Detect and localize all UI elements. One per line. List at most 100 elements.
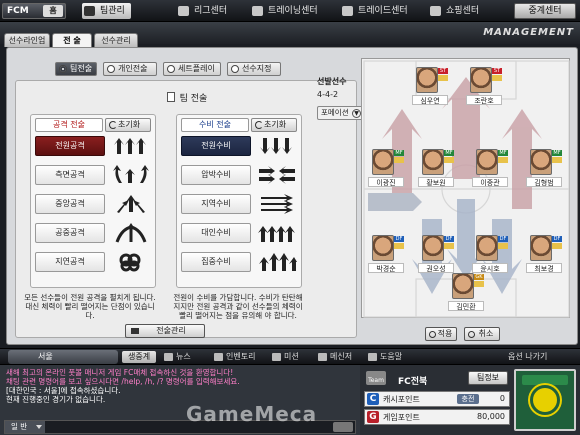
formation-pitch: ST 심우연 ST 조란호 MF 이광진 MF 황보원 MF 이중관 MF 김형범 DF 박경… (361, 58, 570, 318)
tab-lineup[interactable]: 선수라인업 (4, 33, 50, 47)
rating-badge (492, 75, 502, 81)
player-card[interactable]: DF 박경순 (368, 235, 406, 283)
zone-defense-icon (257, 194, 297, 214)
team-icon: Team (366, 371, 386, 385)
formation-select[interactable]: 포메이션 ▼ (317, 106, 364, 120)
tab-tactics[interactable]: 전 술 (52, 33, 92, 47)
rating-badge (438, 75, 448, 81)
tab-player-manage[interactable]: 선수관리 (94, 33, 138, 47)
player-card[interactable]: GK 김민환 (448, 273, 486, 321)
news-button[interactable]: 뉴스 (164, 351, 191, 363)
help-button[interactable]: 도움말 (368, 351, 402, 363)
rating-badge (552, 157, 562, 163)
mission-icon (272, 353, 281, 361)
attack-option-air[interactable]: 공중공격 (35, 223, 105, 243)
delay-attack-icon (111, 252, 151, 272)
nav-training-center[interactable]: 트레이닝센터 (250, 3, 318, 19)
center-attack-icon (111, 194, 151, 214)
tactic-manage-button[interactable]: 전술관리 (125, 324, 205, 338)
fcm-logo[interactable]: FCM 홈 (2, 3, 66, 19)
tactic-tab-individual[interactable]: 개인전술 (103, 62, 157, 76)
team-name: FC전북 (398, 377, 428, 387)
defense-reset-button[interactable]: 초기화 (251, 118, 297, 132)
pos-badge: ST (438, 68, 448, 74)
messenger-button[interactable]: 메신저 (318, 351, 352, 363)
folder-icon (131, 328, 139, 334)
nav-shop-center[interactable]: 쇼핑센터 (428, 3, 479, 19)
charge-button[interactable]: 충전 (457, 394, 479, 404)
player-card[interactable]: MF 이광진 (368, 149, 406, 197)
pos-badge: DF (394, 236, 404, 242)
logo-banner (522, 375, 568, 385)
nav-trade-center[interactable]: 트레이드센터 (340, 3, 408, 19)
team-info-button[interactable]: 팀정보 (468, 371, 508, 385)
player-photo (530, 235, 552, 261)
defense-option-focus[interactable]: 집중수비 (181, 252, 251, 272)
tactic-tab-player-assign[interactable]: 선수지정 (227, 62, 281, 76)
tactic-tab-team[interactable]: 팀전술 (55, 62, 97, 76)
logo-text: FCM (7, 6, 29, 16)
player-card[interactable]: ST 조란호 (466, 67, 504, 115)
attack-option-center[interactable]: 중앙공격 (35, 194, 105, 214)
attack-row-center: 중앙공격 (35, 194, 152, 216)
pos-badge: DF (552, 236, 562, 242)
tactic-panel: 팀 전술 공격 전술 초기화 전원공격 측면공격 중앙공격 공중공격 지연공격 … (15, 80, 357, 338)
player-card[interactable]: DF 최보경 (526, 235, 564, 283)
player-name: 김형범 (526, 177, 562, 187)
close-icon (468, 331, 475, 338)
attack-reset-button[interactable]: 초기화 (105, 118, 151, 132)
attack-option-all[interactable]: 전원공격 (35, 136, 105, 156)
defense-option-press[interactable]: 압박수비 (181, 165, 251, 185)
player-card[interactable]: MF 이중관 (472, 149, 510, 197)
cancel-button[interactable]: 취소 (464, 327, 500, 341)
channel-tab[interactable]: 서울 (8, 350, 118, 364)
refresh-icon (109, 121, 117, 129)
attack-column: 공격 전술 초기화 전원공격 측면공격 중앙공격 공중공격 지연공격 (30, 114, 156, 288)
player-card[interactable]: ST 심우연 (412, 67, 450, 115)
chevron-down-icon: ▼ (352, 109, 361, 118)
broadcast-center-button[interactable]: 중계센터 (514, 3, 576, 19)
defense-option-man[interactable]: 대인수비 (181, 223, 251, 243)
radio-icon (59, 65, 67, 73)
attack-row-all: 전원공격 (35, 136, 152, 158)
pos-badge: MF (498, 150, 508, 156)
all-attack-icon (111, 136, 151, 156)
player-card[interactable]: MF 김형범 (526, 149, 564, 197)
nav-league-center[interactable]: 리그센터 (176, 3, 227, 19)
nav-team-manage[interactable]: 팀관리 (82, 3, 131, 19)
rating-badge (394, 243, 404, 249)
send-button[interactable] (333, 422, 353, 432)
live-button[interactable]: 생중계 (122, 351, 157, 363)
chat-mode-select[interactable]: 일 반 (5, 421, 45, 433)
player-photo (422, 235, 444, 261)
inventory-button[interactable]: 인벤토리 (214, 351, 255, 363)
mission-button[interactable]: 미션 (272, 351, 299, 363)
player-card[interactable]: MF 황보원 (418, 149, 456, 197)
attack-option-side[interactable]: 측면공격 (35, 165, 105, 185)
pos-badge: DF (498, 236, 508, 242)
apply-button[interactable]: 적용 (425, 327, 457, 341)
tactic-tab-setplay[interactable]: 세트플레이 (163, 62, 221, 76)
defense-option-all[interactable]: 전원수비 (181, 136, 251, 156)
defense-option-zone[interactable]: 지역수비 (181, 194, 251, 214)
watermark: GameMeca (186, 402, 318, 426)
player-photo (476, 149, 498, 175)
rating-badge (444, 157, 454, 163)
pos-badge: MF (394, 150, 404, 156)
team-logo (514, 369, 576, 431)
refresh-icon (255, 121, 263, 129)
pos-badge: GK (474, 274, 484, 280)
cash-label: 캐시포인트 (383, 395, 420, 404)
player-name: 박경순 (368, 263, 404, 273)
cart-icon (430, 6, 441, 16)
team-tactic-title: 팀 전술 (16, 91, 358, 104)
press-defense-icon (257, 165, 297, 185)
player-photo (416, 67, 438, 93)
home-button[interactable]: 홈 (43, 5, 63, 17)
chat-line: [대한민국 : 서울]에 접속하셨습니다. (6, 386, 121, 395)
options-exit[interactable]: 옵션 나가기 (508, 351, 547, 362)
player-photo (372, 235, 394, 261)
attack-option-delay[interactable]: 지연공격 (35, 252, 105, 272)
attack-row-side: 측면공격 (35, 165, 152, 187)
rating-badge (444, 243, 454, 249)
